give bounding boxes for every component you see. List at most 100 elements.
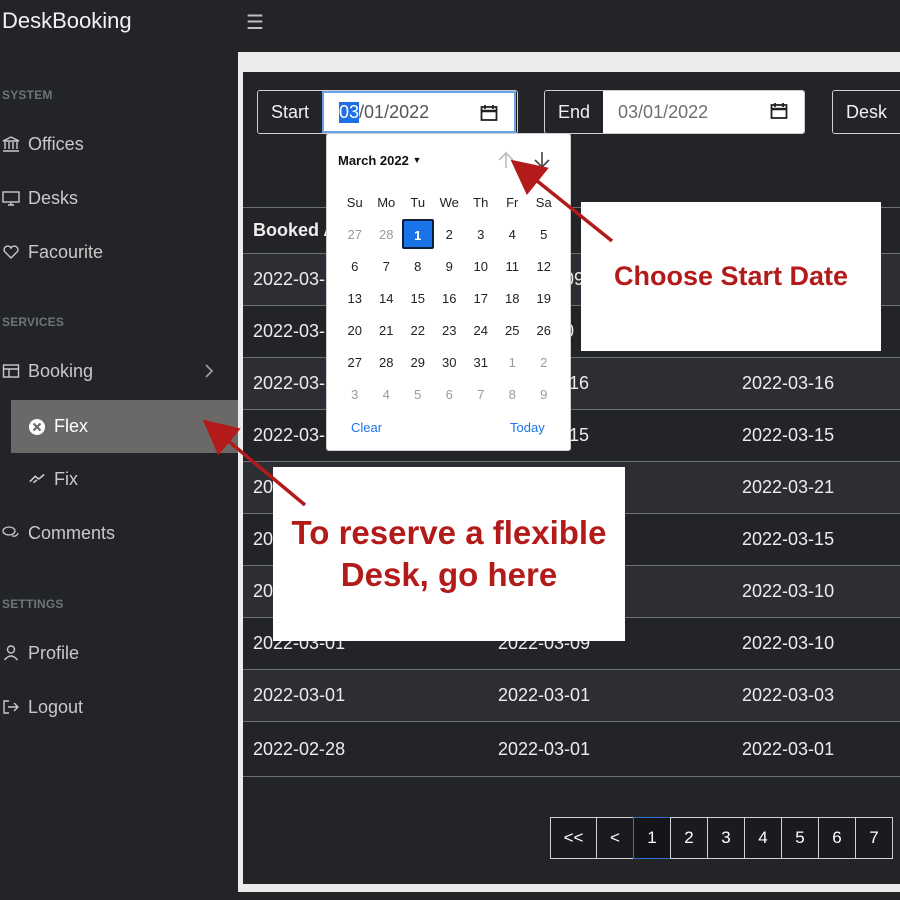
calendar-day-selected[interactable]: 1	[402, 219, 434, 249]
calendar-day[interactable]: 24	[465, 323, 497, 338]
sidebar-item-offices[interactable]: Offices	[0, 118, 236, 170]
calendar-day[interactable]: 12	[528, 259, 560, 274]
sidebar-item-label: Booking	[28, 360, 94, 381]
page-button-2[interactable]: 2	[670, 817, 708, 859]
page-button-7[interactable]: 7	[855, 817, 893, 859]
calendar-day[interactable]: 18	[497, 291, 529, 306]
desk-filter[interactable]: Desk	[832, 90, 900, 134]
calendar-day[interactable]: 13	[339, 291, 371, 306]
arrow-up-icon[interactable]	[497, 150, 515, 175]
calendar-day[interactable]: 2	[434, 227, 466, 242]
calendar-day[interactable]: 25	[497, 323, 529, 338]
calendar-day[interactable]: 7	[371, 259, 403, 274]
start-month-segment[interactable]: 03	[339, 101, 360, 123]
sidebar-item-label: Flex	[54, 416, 89, 436]
sidebar-item-logout[interactable]: Logout	[0, 681, 236, 733]
calendar-day[interactable]: 8	[497, 387, 529, 402]
calendar-day[interactable]: 9	[434, 259, 466, 274]
bank-icon	[2, 135, 20, 153]
prev-page-button[interactable]: <	[596, 817, 634, 859]
sidebar-item-label: Logout	[28, 696, 84, 717]
table-cell: 16	[569, 373, 590, 393]
calendar-day[interactable]: 22	[402, 323, 434, 338]
page-button-4[interactable]: 4	[744, 817, 782, 859]
monitor-icon	[2, 189, 20, 207]
calendar-day[interactable]: 10	[465, 259, 497, 274]
table-cell: 2022-03-	[253, 373, 326, 393]
calendar-day[interactable]: 2	[528, 355, 560, 370]
page-button-6[interactable]: 6	[818, 817, 856, 859]
calendar-day[interactable]: 11	[497, 259, 529, 274]
first-page-button[interactable]: <<	[550, 817, 597, 859]
table-row[interactable]: 2022-02-28 2022-03-01 2022-03-01	[243, 721, 900, 777]
calendar-day[interactable]: 28	[371, 227, 403, 242]
calendar-week: 27 28 1 2 3 4 5	[339, 218, 560, 250]
calendar-day[interactable]: 7	[465, 387, 497, 402]
page-button-1[interactable]: 1	[633, 817, 671, 859]
calendar-week: 6 7 8 9 10 11 12	[339, 250, 560, 282]
column-header[interactable]: Booked A	[253, 220, 336, 241]
sidebar-item-comments[interactable]: Comments	[0, 507, 236, 559]
calendar-day[interactable]: 17	[465, 291, 497, 306]
calendar-day[interactable]: 6	[339, 259, 371, 274]
start-date-input[interactable]: 03/01/2022	[322, 91, 517, 133]
sidebar-item-booking[interactable]: Booking	[0, 345, 236, 397]
calendar-day[interactable]: 27	[339, 227, 371, 242]
callout-text-line1: To reserve a flexible	[291, 514, 607, 551]
section-system: SYSTEM	[2, 88, 53, 102]
sidebar-item-facourite[interactable]: Facourite	[0, 226, 236, 278]
calendar-day[interactable]: 8	[402, 259, 434, 274]
menu-toggle-icon[interactable]: ☰	[246, 10, 264, 35]
app-title[interactable]: DeskBooking	[2, 8, 132, 34]
page-button-3[interactable]: 3	[707, 817, 745, 859]
table-cell: 2022-03-10	[742, 633, 835, 653]
calendar-day[interactable]: 16	[434, 291, 466, 306]
sidebar-item-fix[interactable]: Fix	[0, 453, 236, 505]
sidebar-item-profile[interactable]: Profile	[0, 627, 236, 679]
calendar-day[interactable]: 4	[497, 227, 529, 242]
calendar-day[interactable]: 1	[497, 355, 529, 370]
month-select[interactable]: March 2022 ▼	[338, 153, 421, 168]
start-date-filter: Start 03/01/2022	[257, 90, 518, 134]
table-cell: 2022-03-21	[742, 477, 835, 497]
table-cell: 2022-03-	[253, 321, 326, 341]
weekday-label: Th	[473, 194, 489, 210]
section-services: SERVICES	[2, 315, 65, 329]
chevron-right-icon	[204, 362, 214, 383]
calendar-day[interactable]: 15	[402, 291, 434, 306]
table-cell: 2022-02-28	[253, 738, 346, 759]
page-button-5[interactable]: 5	[781, 817, 819, 859]
calendar-day[interactable]: 19	[528, 291, 560, 306]
clear-button[interactable]: Clear	[351, 420, 382, 435]
calendar-day[interactable]: 3	[465, 227, 497, 242]
sidebar-item-desks[interactable]: Desks	[0, 172, 236, 224]
calendar-day[interactable]: 21	[371, 323, 403, 338]
calendar-icon[interactable]	[770, 102, 788, 125]
calendar-day[interactable]: 20	[339, 323, 371, 338]
arrow-down-icon[interactable]	[533, 150, 551, 175]
today-button[interactable]: Today	[510, 420, 545, 435]
calendar-icon[interactable]	[480, 104, 498, 127]
sidebar-item-flex[interactable]: Flex	[11, 400, 238, 453]
calendar-day[interactable]: 5	[402, 387, 434, 402]
calendar-day[interactable]: 23	[434, 323, 466, 338]
table-cell: 2022-03-01	[742, 738, 835, 759]
calendar-day[interactable]: 28	[371, 355, 403, 370]
table-row[interactable]: 2022-03-01 2022-03-01 2022-03-03	[243, 669, 900, 721]
pagination: << < 1 2 3 4 5 6 7	[550, 817, 893, 859]
calendar-day[interactable]: 29	[402, 355, 434, 370]
calendar-day[interactable]: 27	[339, 355, 371, 370]
calendar-day[interactable]: 5	[528, 227, 560, 242]
calendar-day[interactable]: 3	[339, 387, 371, 402]
calendar-day[interactable]: 6	[434, 387, 466, 402]
calendar-day[interactable]: 4	[371, 387, 403, 402]
calendar-day[interactable]: 26	[528, 323, 560, 338]
start-date-rest: /01/2022	[359, 101, 430, 122]
weekday-label: Sa	[535, 194, 552, 210]
sidebar-item-label: Offices	[28, 133, 84, 154]
calendar-day[interactable]: 31	[465, 355, 497, 370]
calendar-day[interactable]: 14	[371, 291, 403, 306]
end-date-input[interactable]: 03/01/2022	[603, 91, 804, 133]
calendar-day[interactable]: 9	[528, 387, 560, 402]
calendar-day[interactable]: 30	[434, 355, 466, 370]
